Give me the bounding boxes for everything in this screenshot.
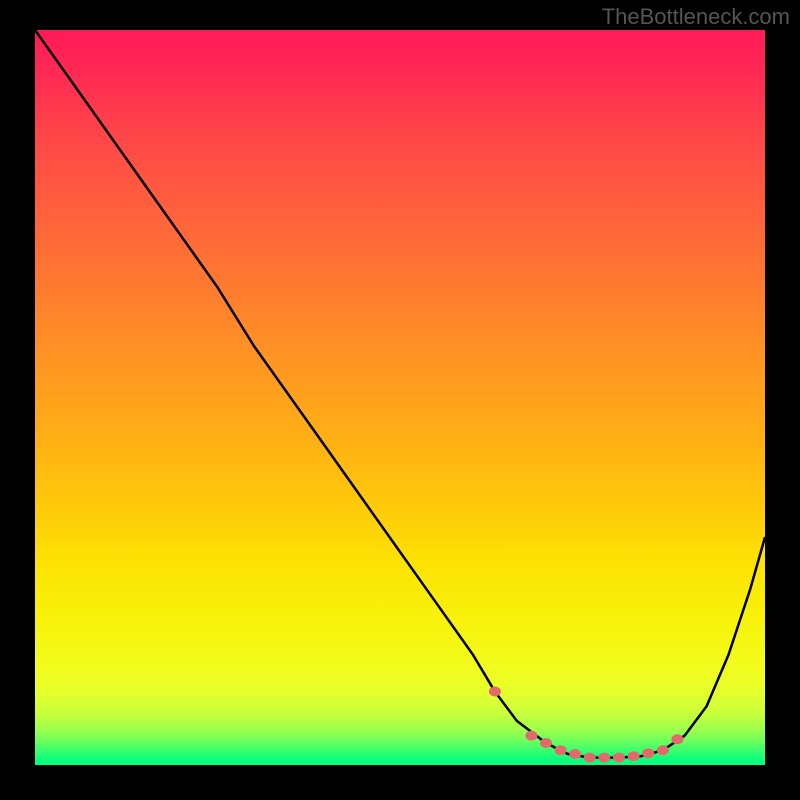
curve-marker — [569, 749, 581, 759]
curve-marker — [525, 731, 537, 741]
curve-marker — [598, 753, 610, 763]
curve-marker — [489, 687, 501, 697]
curve-marker — [628, 751, 640, 761]
curve-marker — [642, 748, 654, 758]
bottleneck-curve-line — [35, 30, 765, 758]
curve-marker — [584, 753, 596, 763]
curve-markers-group — [489, 687, 684, 763]
curve-marker — [540, 738, 552, 748]
curve-marker — [657, 745, 669, 755]
curve-marker — [671, 734, 683, 744]
curve-marker — [613, 753, 625, 763]
chart-svg — [35, 30, 765, 765]
curve-marker — [555, 745, 567, 755]
chart-area — [35, 30, 765, 765]
watermark-text: TheBottleneck.com — [602, 4, 790, 30]
